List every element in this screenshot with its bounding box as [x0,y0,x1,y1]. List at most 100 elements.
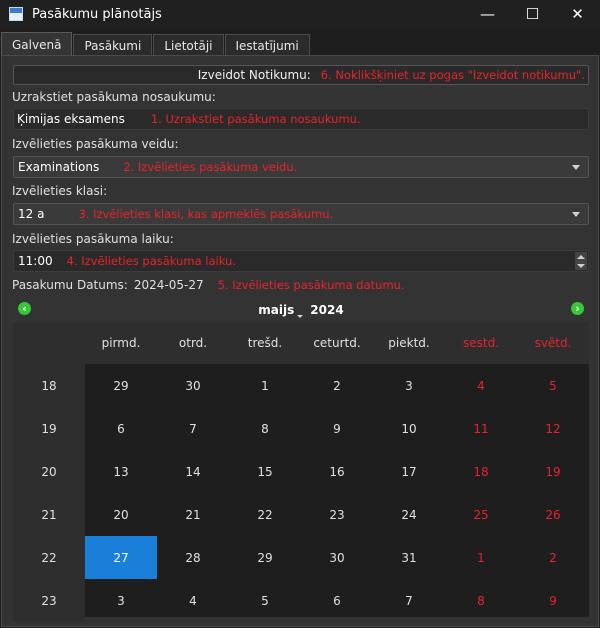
calendar-day[interactable]: 6 [85,407,157,450]
calendar-day[interactable]: 7 [157,407,229,450]
step-6-note: 6. Noklikšķiniet uz pogas "Izveidot noti… [320,68,585,82]
calendar-day-selected[interactable]: 27 [85,536,157,579]
calendar-day[interactable]: 24 [373,493,445,536]
calendar-day[interactable]: 19 [517,450,589,493]
calendar-day[interactable]: 21 [157,493,229,536]
time-label: Izvēlieties pasākuma laiku: [12,232,174,246]
calendar-day[interactable]: 3 [85,579,157,622]
spin-up-icon[interactable] [577,254,585,259]
calendar-day[interactable]: 4 [445,364,517,407]
weekday-header: pirmd. otrd. trešd. ceturtd. piektd. ses… [13,322,589,364]
calendar-day[interactable]: 5 [517,364,589,407]
calendar-day[interactable]: 1 [229,364,301,407]
tab-galvena[interactable]: Galvenā [1,32,73,56]
prev-month-icon[interactable]: ‹ [18,302,31,315]
event-type-value: Examinations [18,160,100,174]
calendar-day[interactable]: 28 [157,536,229,579]
weekday-label: piektd. [388,336,430,350]
calendar-body: 18 29 30 1 2 3 4 5 19 6 7 8 9 10 11 12 20 13 14 15 16 17 18 19 2… [13,364,589,622]
calendar-day[interactable]: 8 [229,407,301,450]
calendar-day[interactable]: 9 [301,407,373,450]
calendar-day[interactable]: 13 [85,450,157,493]
calendar-grid: pirmd. otrd. trešd. ceturtd. piektd. ses… [13,322,589,622]
calendar-day[interactable]: 30 [157,364,229,407]
calendar-day[interactable]: 22 [229,493,301,536]
calendar-day[interactable]: 23 [301,493,373,536]
calendar-day[interactable]: 1 [445,536,517,579]
spin-down-icon[interactable] [577,263,585,268]
maximize-button[interactable]: ☐ [510,0,555,28]
month-selector[interactable]: maijs [258,303,304,318]
calendar-day[interactable]: 16 [301,450,373,493]
step-5-note: 5. Izvēlieties pasākuma datumu. [217,278,405,292]
class-value: 12 a [18,207,45,221]
window-controls: — ☐ ✕ [465,0,600,28]
week-number: 18 [13,364,85,407]
tab-pasakumi[interactable]: Pasākumi [73,34,153,56]
event-name-input[interactable]: Ķimijas eksamens 1. Uzrakstiet pasākuma … [13,108,589,130]
calendar-day[interactable]: 30 [301,536,373,579]
app-icon [9,7,23,21]
calendar-day[interactable]: 2 [517,536,589,579]
date-label: Pasakumu Datums: [12,278,128,292]
window-title: Pasākumu plānotājs [32,6,162,22]
calendar-day[interactable]: 8 [445,579,517,622]
next-month-icon[interactable]: › [571,302,584,315]
weekday-label: ceturtd. [313,336,361,350]
weekday-label: svētd. [534,336,572,350]
minimize-icon: — [480,5,495,23]
event-name-value: Ķimijas eksamens [17,112,125,126]
calendar-day[interactable]: 11 [445,407,517,450]
main-panel: Izveidot Notikumu: 6. Noklikšķiniet uz p… [1,55,599,627]
calendar-day[interactable]: 10 [373,407,445,450]
calendar-week-row: 21 20 21 22 23 24 25 26 [13,493,589,536]
week-number: 20 [13,450,85,493]
calendar-day[interactable]: 12 [517,407,589,450]
event-time-value: 11:00 [18,254,53,268]
calendar-day[interactable]: 31 [373,536,445,579]
calendar-day[interactable]: 4 [157,579,229,622]
date-row: Pasakumu Datums: 2024-05-27 5. Izvēlieti… [12,278,405,292]
calendar-week-row: 19 6 7 8 9 10 11 12 [13,407,589,450]
month-label: maijs [258,303,295,317]
event-time-input[interactable]: 11:00 4. Izvēlieties pasākuma laiku. [13,250,589,272]
calendar-day[interactable]: 18 [445,450,517,493]
calendar-day[interactable]: 2 [301,364,373,407]
calendar-day[interactable]: 3 [373,364,445,407]
calendar-day[interactable]: 7 [373,579,445,622]
calendar-day[interactable]: 17 [373,450,445,493]
calendar-day[interactable]: 26 [517,493,589,536]
calendar-day[interactable]: 5 [229,579,301,622]
event-type-select[interactable]: Examinations 2. Izvēlieties pasākuma vei… [13,156,589,178]
type-label: Izvēlieties pasākuma veidu: [12,137,179,151]
name-label: Uzrakstiet pasākuma nosaukumu: [12,90,216,104]
calendar-day[interactable]: 25 [445,493,517,536]
year-selector[interactable]: 2024 [310,303,343,317]
maximize-icon: ☐ [525,5,540,23]
calendar-week-row: 23 3 4 5 6 7 8 9 [13,579,589,622]
weekday-label: otrd. [178,336,208,350]
class-select[interactable]: 12 a 3. Izvēlieties klasi, kas apmeklēs … [13,203,589,225]
tab-iestatijumi[interactable]: Iestatījumi [224,34,310,56]
weekday-label: sestd. [462,336,500,350]
calendar-week-row: 18 29 30 1 2 3 4 5 [13,364,589,407]
step-2-note: 2. Izvēlieties pasākuma veidu. [123,160,298,174]
calendar-day[interactable]: 29 [85,364,157,407]
calendar-day[interactable]: 6 [301,579,373,622]
calendar-day[interactable]: 15 [229,450,301,493]
calendar-day[interactable]: 9 [517,579,589,622]
calendar-day[interactable]: 14 [157,450,229,493]
calendar-navigation: ‹ maijs 2024 › [13,299,589,321]
calendar-day[interactable]: 29 [229,536,301,579]
calendar-day[interactable]: 20 [85,493,157,536]
minimize-button[interactable]: — [465,0,510,28]
step-1-note: 1. Uzrakstiet pasākuma nosaukumu. [150,112,361,126]
step-4-note: 4. Izvēlieties pasākuma laiku. [66,254,236,268]
time-spinner[interactable] [575,252,587,270]
tab-lietotaji[interactable]: Lietotāji [153,34,224,56]
close-button[interactable]: ✕ [555,0,600,28]
chevron-down-icon [572,212,580,217]
create-event-button[interactable]: Izveidot Notikumu: 6. Noklikšķiniet uz p… [13,65,589,85]
week-number: 21 [13,493,85,536]
calendar-week-row: 22 27 28 29 30 31 1 2 [13,536,589,579]
